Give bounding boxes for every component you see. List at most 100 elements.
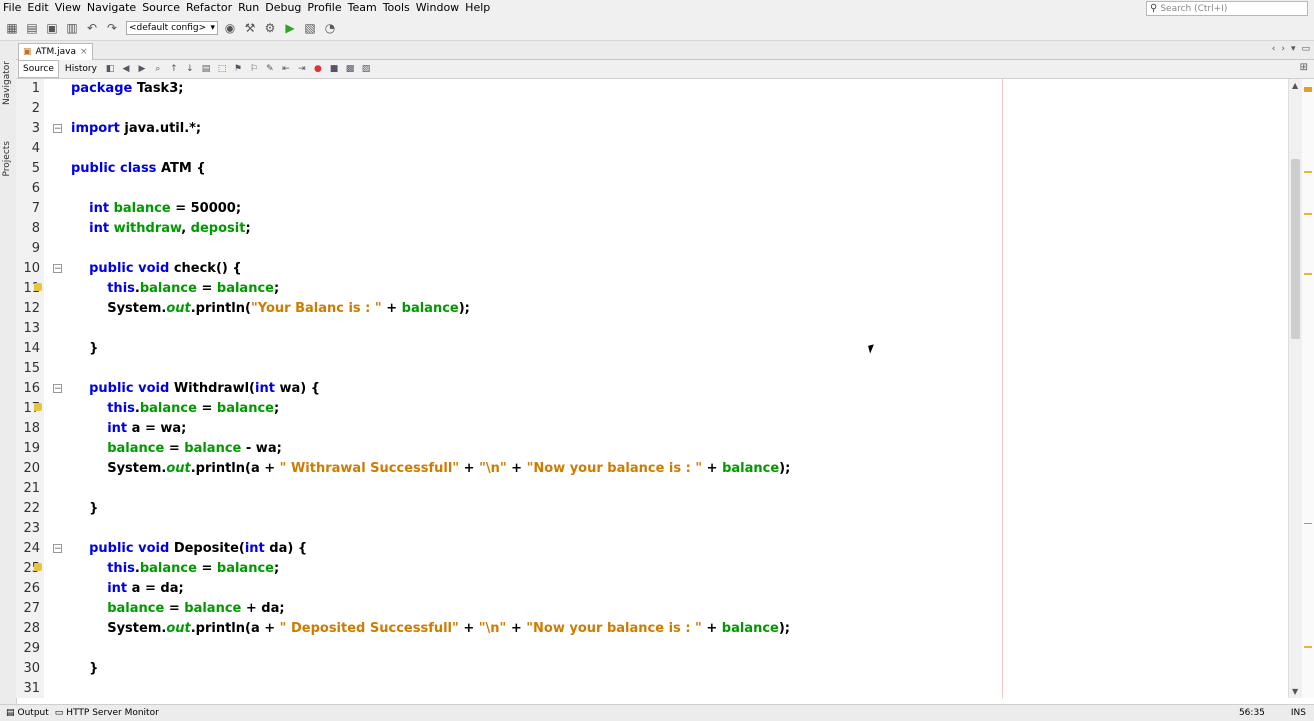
split-icon[interactable]: ⊞ (1300, 62, 1308, 73)
close-icon[interactable]: × (80, 47, 88, 57)
code-line[interactable]: 12 System.out.println("Your Balanc is : … (16, 299, 1288, 319)
code-line[interactable]: 10 − public void check() { (16, 259, 1288, 279)
code-line[interactable]: 2 (16, 99, 1288, 119)
find-previous-icon[interactable]: ↑ (167, 62, 181, 76)
globe-icon[interactable]: ◉ (222, 20, 238, 36)
undo-icon[interactable]: ↶ (84, 20, 100, 36)
code-line[interactable]: 27 balance = balance + da; (16, 599, 1288, 619)
http-monitor-tab[interactable]: ▭ HTTP Server Monitor (55, 708, 159, 718)
build-icon[interactable]: ⚒ (242, 20, 258, 36)
code-line[interactable]: 16 − public void Withdrawl(int wa) { (16, 379, 1288, 399)
start-macro-icon[interactable]: ● (311, 62, 325, 76)
menu-tools[interactable]: Tools (380, 0, 413, 16)
comment-icon[interactable]: ▩ (343, 62, 357, 76)
fold-toggle-icon[interactable]: − (53, 384, 62, 394)
chevron-down-icon[interactable]: ▾ (1291, 44, 1296, 54)
vertical-scrollbar[interactable]: ▲ ▼ (1288, 79, 1303, 698)
code-line[interactable]: 24 − public void Deposite(int da) { (16, 539, 1288, 559)
annotation-mark[interactable] (1304, 171, 1312, 173)
annotation-mark[interactable] (1304, 273, 1312, 275)
uncomment-icon[interactable]: ▨ (359, 62, 373, 76)
navigator-tab[interactable]: Navigator (2, 61, 12, 105)
hint-lock-icon[interactable] (34, 403, 42, 411)
fold-toggle-icon[interactable]: − (53, 264, 62, 274)
chevron-right-icon[interactable]: › (1281, 44, 1285, 54)
menu-edit[interactable]: Edit (24, 0, 51, 16)
code-line[interactable]: 18 int a = wa; (16, 419, 1288, 439)
menu-view[interactable]: View (52, 0, 84, 16)
code-line[interactable]: 5 public class ATM { (16, 159, 1288, 179)
debug-icon[interactable]: ▧ (302, 20, 318, 36)
new-project-icon[interactable]: ▦ (4, 20, 20, 36)
code-line[interactable]: 3 − import java.util.*; (16, 119, 1288, 139)
code-line[interactable]: 26 int a = da; (16, 579, 1288, 599)
find-next-icon[interactable]: ↓ (183, 62, 197, 76)
code-line[interactable]: 4 (16, 139, 1288, 159)
save-all-icon[interactable]: ▥ (64, 20, 80, 36)
shift-right-icon[interactable]: ⇥ (295, 62, 309, 76)
hint-lock-icon[interactable] (34, 563, 42, 571)
menu-refactor[interactable]: Refactor (183, 0, 235, 16)
menu-file[interactable]: File (0, 0, 24, 16)
menu-window[interactable]: Window (413, 0, 462, 16)
last-edit-icon[interactable]: ◧ (103, 62, 117, 76)
code-line[interactable]: 28 System.out.println(a + " Deposited Su… (16, 619, 1288, 639)
run-icon[interactable]: ▶ (282, 20, 298, 36)
code-line[interactable]: 7 int balance = 50000; (16, 199, 1288, 219)
profile-icon[interactable]: ◔ (322, 20, 338, 36)
projects-tab[interactable]: Projects (2, 141, 12, 176)
annotation-mark[interactable] (1304, 523, 1312, 524)
code-line[interactable]: 19 balance = balance - wa; (16, 439, 1288, 459)
code-editor[interactable]: 1 package Task3; 2 3− import java.util.*; 4 5 p… (16, 79, 1288, 698)
file-tab-atm[interactable]: ▣ ATM.java × (18, 43, 93, 60)
code-line[interactable]: 22 } (16, 499, 1288, 519)
warning-marker-icon[interactable] (1304, 87, 1312, 92)
code-line[interactable]: 20 System.out.println(a + " Withrawal Su… (16, 459, 1288, 479)
code-line[interactable]: 31 (16, 679, 1288, 698)
redo-icon[interactable]: ↷ (104, 20, 120, 36)
scrollbar-thumb[interactable] (1291, 159, 1300, 339)
code-line[interactable]: 25 this.balance = balance; (16, 559, 1288, 579)
chevron-left-icon[interactable]: ‹ (1272, 44, 1276, 54)
new-file-icon[interactable]: ▤ (24, 20, 40, 36)
toggle-highlight-icon[interactable]: ▤ (199, 62, 213, 76)
hint-lock-icon[interactable] (34, 283, 42, 291)
tab-history[interactable]: History (61, 61, 101, 77)
fold-toggle-icon[interactable]: − (53, 544, 62, 554)
forward-icon[interactable]: ▶ (135, 62, 149, 76)
scroll-down-icon[interactable]: ▼ (1292, 687, 1298, 696)
next-bookmark-icon[interactable]: ⚐ (247, 62, 261, 76)
stop-macro-icon[interactable]: ■ (327, 62, 341, 76)
scroll-up-icon[interactable]: ▲ (1292, 81, 1298, 90)
code-line[interactable]: 30 } (16, 659, 1288, 679)
previous-bookmark-icon[interactable]: ⚑ (231, 62, 245, 76)
maximize-icon[interactable]: ▭ (1301, 44, 1310, 54)
back-icon[interactable]: ◀ (119, 62, 133, 76)
toggle-bookmark-icon[interactable]: ✎ (263, 62, 277, 76)
menu-debug[interactable]: Debug (262, 0, 304, 16)
menu-navigate[interactable]: Navigate (84, 0, 139, 16)
code-line[interactable]: 23 (16, 519, 1288, 539)
code-line[interactable]: 14 } (16, 339, 1288, 359)
search-input[interactable]: ⚲ Search (Ctrl+I) (1146, 1, 1308, 16)
find-icon[interactable]: ⌕ (151, 62, 165, 76)
code-line[interactable]: 17 this.balance = balance; (16, 399, 1288, 419)
fold-toggle-icon[interactable]: − (53, 124, 62, 134)
menu-help[interactable]: Help (462, 0, 493, 16)
shift-left-icon[interactable]: ⇤ (279, 62, 293, 76)
menu-team[interactable]: Team (345, 0, 380, 16)
code-line[interactable]: 15 (16, 359, 1288, 379)
code-line[interactable]: 8 int withdraw, deposit; (16, 219, 1288, 239)
code-line[interactable]: 6 (16, 179, 1288, 199)
config-select[interactable]: <default config> ▾ (126, 21, 218, 35)
toggle-rect-select-icon[interactable]: ⬚ (215, 62, 229, 76)
output-tab[interactable]: ▤ Output (6, 708, 49, 718)
menu-run[interactable]: Run (235, 0, 262, 16)
code-line[interactable]: 29 (16, 639, 1288, 659)
annotation-mark[interactable] (1304, 213, 1312, 215)
tab-source[interactable]: Source (18, 60, 59, 78)
code-line[interactable]: 11 this.balance = balance; (16, 279, 1288, 299)
code-line[interactable]: 9 (16, 239, 1288, 259)
code-line[interactable]: 13 (16, 319, 1288, 339)
code-line[interactable]: 21 (16, 479, 1288, 499)
